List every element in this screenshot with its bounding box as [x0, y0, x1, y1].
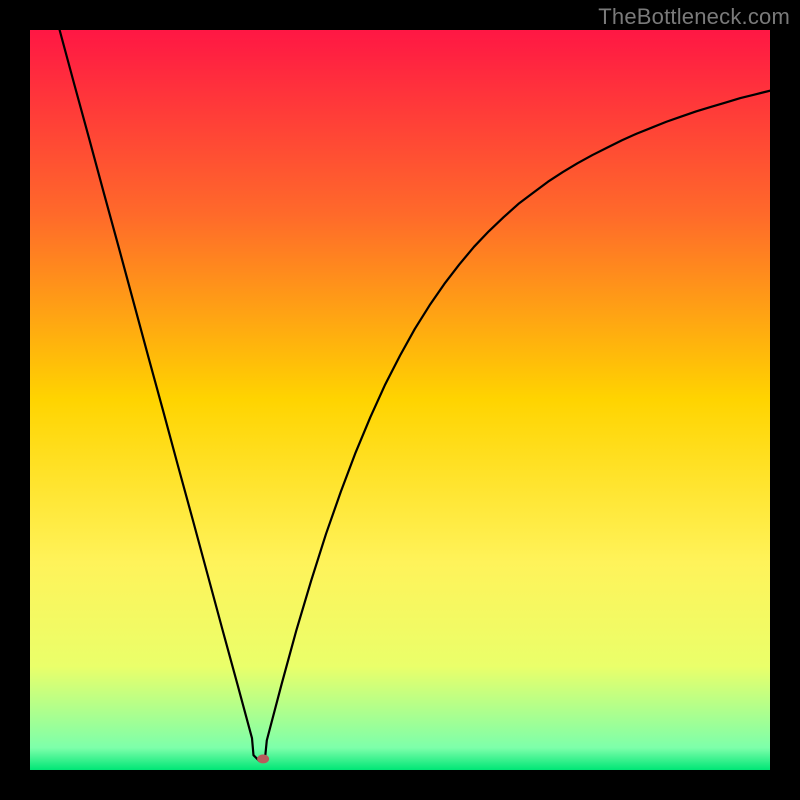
chart-frame: TheBottleneck.com	[0, 0, 800, 800]
watermark-text: TheBottleneck.com	[598, 4, 790, 30]
gradient-background	[30, 30, 770, 770]
optimum-marker	[257, 754, 269, 763]
plot-area	[30, 30, 770, 770]
chart-svg	[30, 30, 770, 770]
